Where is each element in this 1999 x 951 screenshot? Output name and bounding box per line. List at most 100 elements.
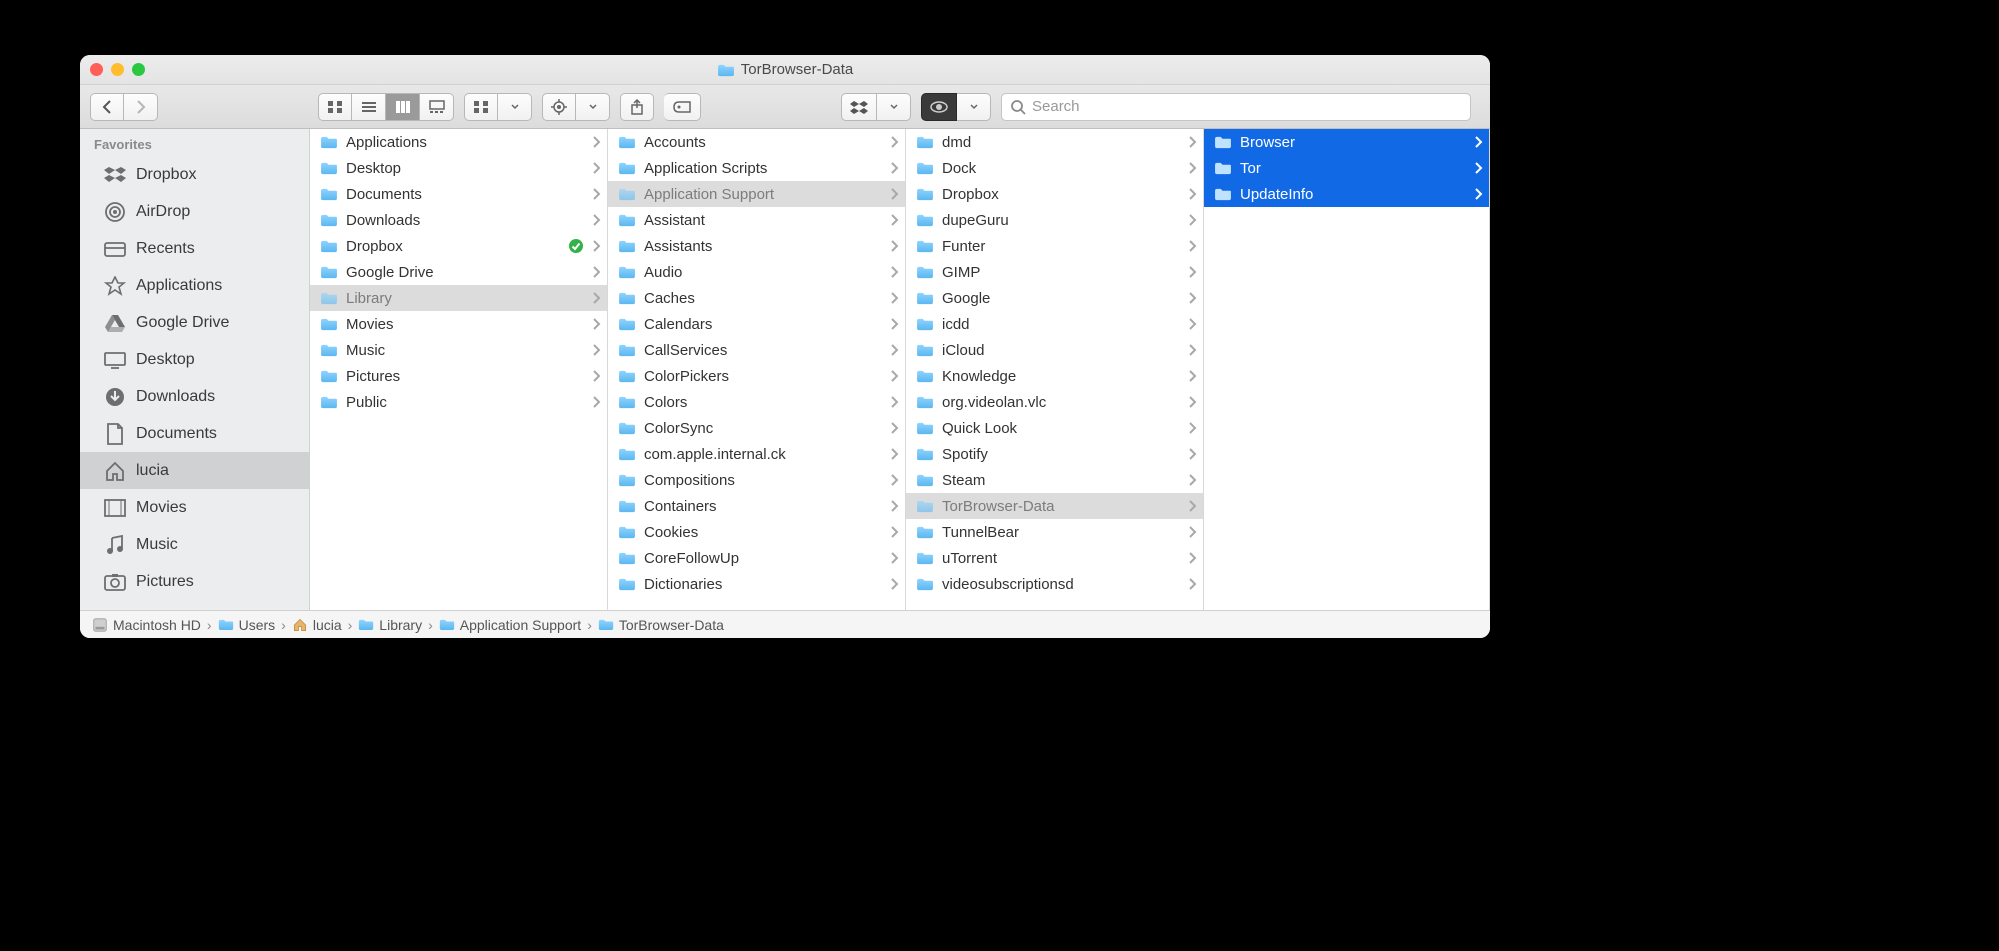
sidebar-item-movies[interactable]: Movies [80, 489, 309, 526]
folder-item[interactable]: GIMP [906, 259, 1203, 285]
action-dropdown[interactable] [576, 93, 610, 121]
share-button[interactable] [620, 93, 654, 121]
folder-item[interactable]: Cookies [608, 519, 905, 545]
folder-item[interactable]: Dropbox [310, 233, 607, 259]
folder-item[interactable]: Accounts [608, 129, 905, 155]
folder-item[interactable]: videosubscriptionsd [906, 571, 1203, 597]
funter-toolbar-dropdown[interactable] [957, 93, 991, 121]
breadcrumb-application-support[interactable]: Application Support [439, 617, 581, 633]
arrange-dropdown[interactable] [498, 93, 532, 121]
folder-item[interactable]: Assistant [608, 207, 905, 233]
sidebar-item-desktop[interactable]: Desktop [80, 341, 309, 378]
sidebar-item-music[interactable]: Music [80, 526, 309, 563]
folder-item[interactable]: Documents [310, 181, 607, 207]
folder-item[interactable]: Knowledge [906, 363, 1203, 389]
folder-item[interactable]: Public [310, 389, 607, 415]
folder-item[interactable]: Google [906, 285, 1203, 311]
folder-item[interactable]: Colors [608, 389, 905, 415]
folder-item[interactable]: Application Support [608, 181, 905, 207]
column-2[interactable]: dmdDockDropboxdupeGuruFunterGIMPGoogleic… [906, 129, 1204, 610]
folder-item[interactable]: Spotify [906, 441, 1203, 467]
forward-button[interactable] [124, 93, 158, 121]
folder-item[interactable]: org.videolan.vlc [906, 389, 1203, 415]
chevron-right-icon [890, 292, 899, 304]
breadcrumb-torbrowser-data[interactable]: TorBrowser-Data [598, 617, 724, 633]
sidebar-item-applications[interactable]: Applications [80, 267, 309, 304]
folder-item[interactable]: Funter [906, 233, 1203, 259]
folder-item[interactable]: Steam [906, 467, 1203, 493]
folder-icon [598, 618, 614, 631]
folder-item[interactable]: Compositions [608, 467, 905, 493]
folder-item[interactable]: Dictionaries [608, 571, 905, 597]
folder-item[interactable]: CallServices [608, 337, 905, 363]
folder-item[interactable]: UpdateInfo [1204, 181, 1489, 207]
folder-item[interactable]: TorBrowser-Data [906, 493, 1203, 519]
folder-item[interactable]: dupeGuru [906, 207, 1203, 233]
disk-icon [92, 617, 108, 633]
search-input[interactable]: Search [1001, 93, 1471, 121]
folder-item[interactable]: Assistants [608, 233, 905, 259]
documents-icon [104, 423, 126, 445]
sidebar-item-google-drive[interactable]: Google Drive [80, 304, 309, 341]
dropbox-toolbar-button[interactable] [841, 93, 877, 121]
folder-icon [618, 551, 636, 565]
folder-item[interactable]: Containers [608, 493, 905, 519]
folder-item[interactable]: Audio [608, 259, 905, 285]
sidebar-item-lucia[interactable]: lucia [80, 452, 309, 489]
folder-item[interactable]: Application Scripts [608, 155, 905, 181]
breadcrumb-lucia[interactable]: lucia [292, 617, 342, 633]
breadcrumb-users[interactable]: Users [218, 617, 276, 633]
column-0[interactable]: ApplicationsDesktopDocumentsDownloadsDro… [310, 129, 608, 610]
folder-item[interactable]: Desktop [310, 155, 607, 181]
folder-item[interactable]: Quick Look [906, 415, 1203, 441]
icon-view-button[interactable] [318, 93, 352, 121]
list-view-button[interactable] [352, 93, 386, 121]
folder-item[interactable]: Library [310, 285, 607, 311]
funter-toolbar-button[interactable] [921, 93, 957, 121]
nav-buttons [90, 93, 158, 121]
column-1[interactable]: AccountsApplication ScriptsApplication S… [608, 129, 906, 610]
column-view-button[interactable] [386, 93, 420, 121]
folder-item[interactable]: CoreFollowUp [608, 545, 905, 571]
arrange-button[interactable] [464, 93, 498, 121]
folder-item[interactable]: Pictures [310, 363, 607, 389]
chevron-right-icon [1474, 188, 1483, 200]
dropbox-toolbar-dropdown[interactable] [877, 93, 911, 121]
breadcrumb-library[interactable]: Library [358, 617, 422, 633]
folder-item[interactable]: Caches [608, 285, 905, 311]
back-button[interactable] [90, 93, 124, 121]
folder-item[interactable]: Dropbox [906, 181, 1203, 207]
folder-item[interactable]: com.apple.internal.ck [608, 441, 905, 467]
folder-item[interactable]: Tor [1204, 155, 1489, 181]
folder-item[interactable]: dmd [906, 129, 1203, 155]
breadcrumb-macintosh-hd[interactable]: Macintosh HD [92, 617, 201, 633]
folder-item[interactable]: Calendars [608, 311, 905, 337]
gallery-view-button[interactable] [420, 93, 454, 121]
sidebar-item-airdrop[interactable]: AirDrop [80, 193, 309, 230]
sidebar-item-downloads[interactable]: Downloads [80, 378, 309, 415]
sidebar-item-pictures[interactable]: Pictures [80, 563, 309, 600]
folder-item[interactable]: Music [310, 337, 607, 363]
folder-item[interactable]: Google Drive [310, 259, 607, 285]
action-button[interactable] [542, 93, 576, 121]
item-name: Tor [1240, 160, 1466, 177]
sidebar-item-documents[interactable]: Documents [80, 415, 309, 452]
folder-item[interactable]: Downloads [310, 207, 607, 233]
folder-item[interactable]: ColorSync [608, 415, 905, 441]
sidebar-item-recents[interactable]: Recents [80, 230, 309, 267]
folder-item[interactable]: icdd [906, 311, 1203, 337]
sidebar-item-dropbox[interactable]: Dropbox [80, 156, 309, 193]
item-name: Browser [1240, 134, 1466, 151]
folder-item[interactable]: Applications [310, 129, 607, 155]
folder-icon [618, 213, 636, 227]
folder-item[interactable]: ColorPickers [608, 363, 905, 389]
folder-item[interactable]: iCloud [906, 337, 1203, 363]
folder-item[interactable]: Browser [1204, 129, 1489, 155]
folder-item[interactable]: uTorrent [906, 545, 1203, 571]
tags-button[interactable] [664, 93, 701, 121]
folder-item[interactable]: Dock [906, 155, 1203, 181]
folder-item[interactable]: TunnelBear [906, 519, 1203, 545]
column-3[interactable]: Browser Tor UpdateInfo [1204, 129, 1490, 610]
folder-item[interactable]: Movies [310, 311, 607, 337]
sidebar: Favorites DropboxAirDropRecentsApplicati… [80, 129, 310, 610]
